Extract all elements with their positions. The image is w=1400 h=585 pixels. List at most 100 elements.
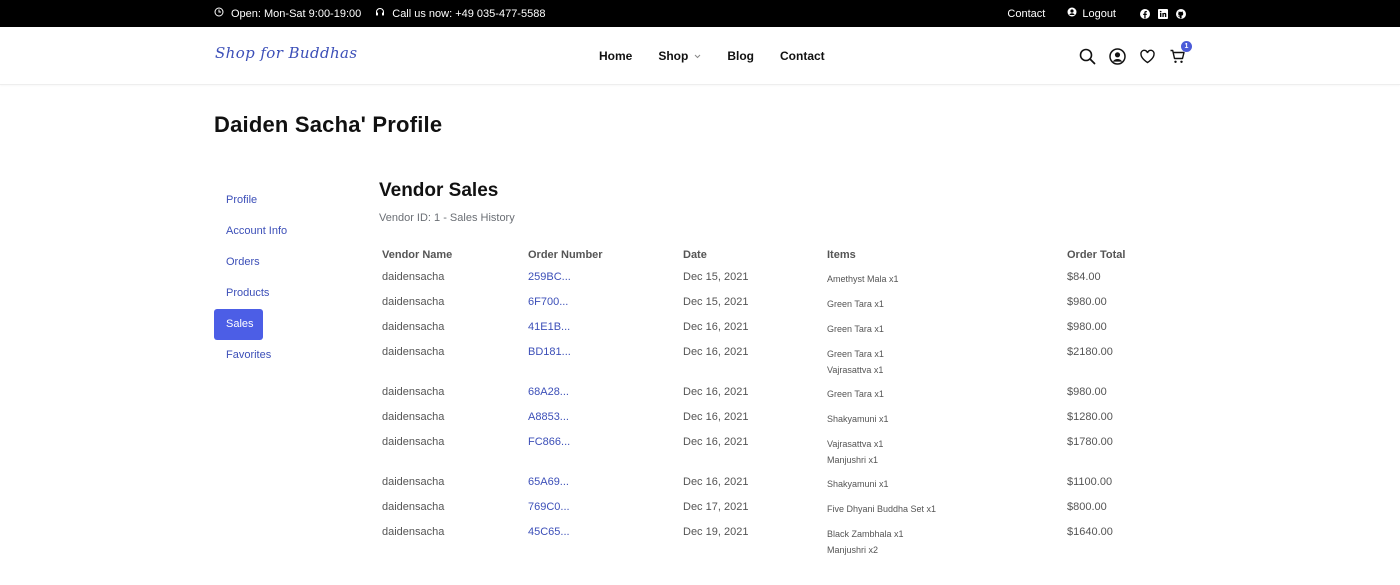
items-cell: Green Tara x1	[827, 288, 1067, 313]
facebook-icon[interactable]	[1140, 8, 1150, 19]
item-line: Vajrasattva x1	[827, 439, 884, 449]
sales-table: Vendor Name Order Number Date Items Orde…	[382, 246, 1167, 558]
nav-home[interactable]: Home	[599, 49, 632, 63]
items-cell: Shakyamuni x1	[827, 403, 1067, 428]
table-row: daidensacha 65A69... Dec 16, 2021 Shakya…	[382, 468, 1167, 493]
items-cell: Vajrasattva x1 Manjushri x1	[827, 428, 1067, 468]
table-row: daidensacha 769C0... Dec 17, 2021 Five D…	[382, 493, 1167, 518]
order-number-link[interactable]: BD181...	[528, 338, 683, 378]
item-line: Shakyamuni x1	[827, 414, 889, 424]
top-bar: Open: Mon-Sat 9:00-19:00 Call us now: +4…	[0, 0, 1400, 27]
item-line: Manjushri x1	[827, 455, 879, 465]
table-row: daidensacha A8853... Dec 16, 2021 Shakya…	[382, 403, 1167, 428]
order-number-link[interactable]: 6F700...	[528, 288, 683, 313]
order-total-cell: $980.00	[1067, 296, 1107, 308]
sidebar-item-orders[interactable]: Orders	[214, 247, 334, 278]
search-icon[interactable]	[1079, 48, 1096, 65]
table-row: daidensacha FC866... Dec 16, 2021 Vajras…	[382, 428, 1167, 468]
sidebar-item-favorites[interactable]: Favorites	[214, 340, 334, 371]
date-cell: Dec 16, 2021	[683, 386, 749, 398]
linkedin-icon[interactable]	[1158, 8, 1168, 19]
order-number-link[interactable]: 769C0...	[528, 493, 683, 518]
order-number-link[interactable]: 65A69...	[528, 468, 683, 493]
date-cell: Dec 19, 2021	[683, 526, 749, 538]
order-total-cell: $1780.00	[1067, 436, 1113, 448]
sidebar-item-sales[interactable]: Sales	[214, 309, 263, 340]
order-total-cell: $84.00	[1067, 271, 1101, 283]
sales-section: Vendor Sales Vendor ID: 1 - Sales Histor…	[379, 180, 1179, 555]
topbar-contact-link[interactable]: Contact	[1007, 8, 1045, 20]
vendor-name-cell: daidensacha	[382, 411, 445, 423]
profile-sidebar: Profile Account Info Orders Products Sal…	[214, 185, 334, 371]
vendor-name-cell: daidensacha	[382, 346, 445, 358]
order-total-cell: $2180.00	[1067, 346, 1113, 358]
nav-shop-label: Shop	[658, 49, 689, 63]
nav-contact[interactable]: Contact	[780, 49, 825, 63]
date-cell: Dec 17, 2021	[683, 501, 749, 513]
opening-hours-text: Open: Mon-Sat 9:00-19:00	[231, 7, 362, 20]
logout-label: Logout	[1082, 7, 1116, 20]
user-circle-icon	[1067, 7, 1082, 20]
nav-shop[interactable]: Shop	[658, 49, 701, 63]
order-number-link[interactable]: FC866...	[528, 428, 683, 468]
table-header-row: Vendor Name Order Number Date Items Orde…	[382, 246, 1167, 263]
table-row: daidensacha 41E1B... Dec 16, 2021 Green …	[382, 313, 1167, 338]
vendor-name-cell: daidensacha	[382, 476, 445, 488]
vendor-name-cell: daidensacha	[382, 271, 445, 283]
order-total-cell: $980.00	[1067, 321, 1107, 333]
heart-icon[interactable]	[1139, 48, 1156, 65]
date-cell: Dec 16, 2021	[683, 346, 749, 358]
item-line: Manjushri x2	[827, 545, 879, 555]
column-header-date: Date	[683, 248, 707, 261]
item-line: Shakyamuni x1	[827, 479, 889, 489]
sidebar-item-products[interactable]: Products	[214, 278, 334, 309]
site-logo[interactable]: Shop for Buddhas	[215, 44, 357, 62]
sidebar-item-profile[interactable]: Profile	[214, 185, 334, 216]
date-cell: Dec 16, 2021	[683, 321, 749, 333]
order-number-link[interactable]: 45C65...	[528, 518, 683, 558]
column-header-order-total: Order Total	[1067, 248, 1126, 261]
date-cell: Dec 16, 2021	[683, 436, 749, 448]
date-cell: Dec 15, 2021	[683, 271, 749, 283]
order-total-cell: $1280.00	[1067, 411, 1113, 423]
order-total-cell: $980.00	[1067, 386, 1107, 398]
table-row: daidensacha BD181... Dec 16, 2021 Green …	[382, 338, 1167, 378]
column-header-items: Items	[827, 248, 856, 261]
order-number-link[interactable]: A8853...	[528, 403, 683, 428]
table-row: daidensacha 259BC... Dec 15, 2021 Amethy…	[382, 263, 1167, 288]
table-row: daidensacha 68A28... Dec 16, 2021 Green …	[382, 378, 1167, 403]
section-title: Vendor Sales	[379, 180, 499, 201]
items-cell: Green Tara x1 Vajrasattva x1	[827, 338, 1067, 378]
cart-count-badge: 1	[1181, 40, 1192, 52]
items-cell: Shakyamuni x1	[827, 468, 1067, 493]
item-line: Amethyst Mala x1	[827, 274, 899, 284]
column-header-vendor-name: Vendor Name	[382, 248, 453, 261]
clock-icon	[214, 7, 231, 20]
sidebar-item-account-info[interactable]: Account Info	[214, 216, 334, 247]
vendor-name-cell: daidensacha	[382, 296, 445, 308]
vendor-name-cell: daidensacha	[382, 386, 445, 398]
table-row: daidensacha 45C65... Dec 19, 2021 Black …	[382, 518, 1167, 558]
column-header-order-number: Order Number	[528, 248, 603, 261]
page-title: Daiden Sacha' Profile	[214, 112, 443, 137]
table-row: daidensacha 6F700... Dec 15, 2021 Green …	[382, 288, 1167, 313]
item-line: Vajrasattva x1	[827, 365, 884, 375]
vendor-name-cell: daidensacha	[382, 526, 445, 538]
date-cell: Dec 16, 2021	[683, 476, 749, 488]
cart-icon[interactable]: 1	[1169, 40, 1192, 65]
items-cell: Black Zambhala x1 Manjushri x2	[827, 518, 1067, 558]
items-cell: Amethyst Mala x1	[827, 263, 1067, 288]
github-icon[interactable]	[1176, 8, 1186, 19]
site-header: Shop for Buddhas Home Shop Blog Contact …	[0, 27, 1400, 85]
nav-blog[interactable]: Blog	[727, 49, 754, 63]
order-number-link[interactable]: 259BC...	[528, 263, 683, 288]
logout-link[interactable]: Logout	[1067, 7, 1116, 20]
social-links	[1132, 8, 1186, 19]
order-number-link[interactable]: 41E1B...	[528, 313, 683, 338]
order-number-link[interactable]: 68A28...	[528, 378, 683, 403]
items-cell: Green Tara x1	[827, 313, 1067, 338]
vendor-name-cell: daidensacha	[382, 321, 445, 333]
account-icon[interactable]	[1109, 47, 1126, 65]
opening-hours: Open: Mon-Sat 9:00-19:00	[214, 7, 361, 20]
order-total-cell: $1100.00	[1067, 476, 1113, 488]
